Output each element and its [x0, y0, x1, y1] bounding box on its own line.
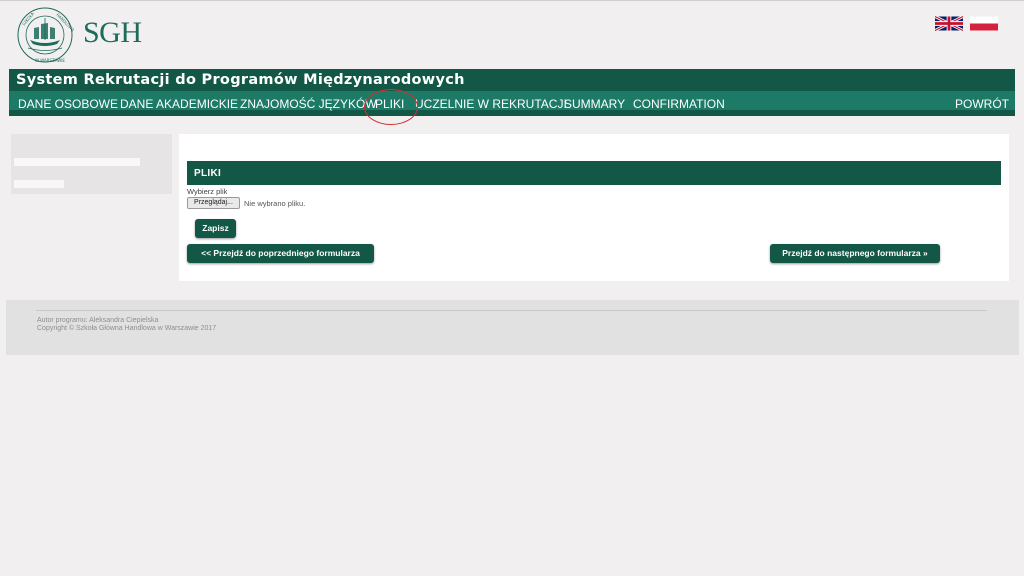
file-label: Wybierz plik — [187, 187, 228, 196]
main-panel: PLIKI Wybierz plik Przeglądaj... Nie wyb… — [179, 134, 1009, 281]
sidebar-redacted-line — [14, 180, 64, 188]
svg-text:HANDLOWA: HANDLOWA — [55, 12, 74, 32]
sgh-logo-text: SGH — [83, 16, 142, 49]
sgh-seal-logo: SZKOŁA HANDLOWA W WARSZAWIE — [17, 7, 74, 63]
save-button[interactable]: Zapisz — [195, 219, 236, 238]
nav-item-powrot[interactable]: POWRÓT — [955, 97, 1009, 111]
svg-text:W WARSZAWIE: W WARSZAWIE — [35, 58, 65, 63]
highlight-circle-annotation — [364, 89, 418, 125]
page-title: System Rekrutacji do Programów Międzynar… — [9, 69, 1015, 91]
english-flag-icon[interactable] — [935, 16, 963, 31]
nav-item-uczelnie[interactable]: UCZELNIE W REKRUTACJI — [415, 97, 567, 111]
sidebar-panel — [11, 134, 172, 194]
footer-author: Autor programu: Aleksandra Ciepielska — [37, 317, 159, 324]
section-title: PLIKI — [187, 161, 1001, 185]
browse-button[interactable]: Przeglądaj... — [187, 197, 240, 209]
next-form-button[interactable]: Przejdź do następnego formularza » — [770, 244, 940, 263]
footer: Autor programu: Aleksandra Ciepielska Co… — [6, 300, 1019, 355]
nav-item-summary[interactable]: SUMMARY — [564, 97, 625, 111]
main-nav: DANE OSOBOWE DANE AKADEMICKIE ZNAJOMOŚĆ … — [9, 91, 1015, 116]
previous-form-button[interactable]: << Przejdź do poprzedniego formularza — [187, 244, 374, 263]
no-file-text: Nie wybrano pliku. — [244, 199, 306, 208]
sidebar-redacted-line — [14, 158, 140, 166]
nav-item-dane-akademickie[interactable]: DANE AKADEMICKIE — [120, 97, 238, 111]
nav-item-znajomosc-jezykow[interactable]: ZNAJOMOŚĆ JĘZYKÓW — [240, 97, 377, 111]
nav-item-confirmation[interactable]: CONFIRMATION — [633, 97, 725, 111]
footer-copyright: Copyright © Szkoła Główna Handlowa w War… — [37, 325, 217, 332]
polish-flag-icon[interactable] — [970, 16, 998, 31]
nav-item-dane-osobowe[interactable]: DANE OSOBOWE — [18, 97, 118, 111]
footer-divider — [36, 310, 987, 311]
